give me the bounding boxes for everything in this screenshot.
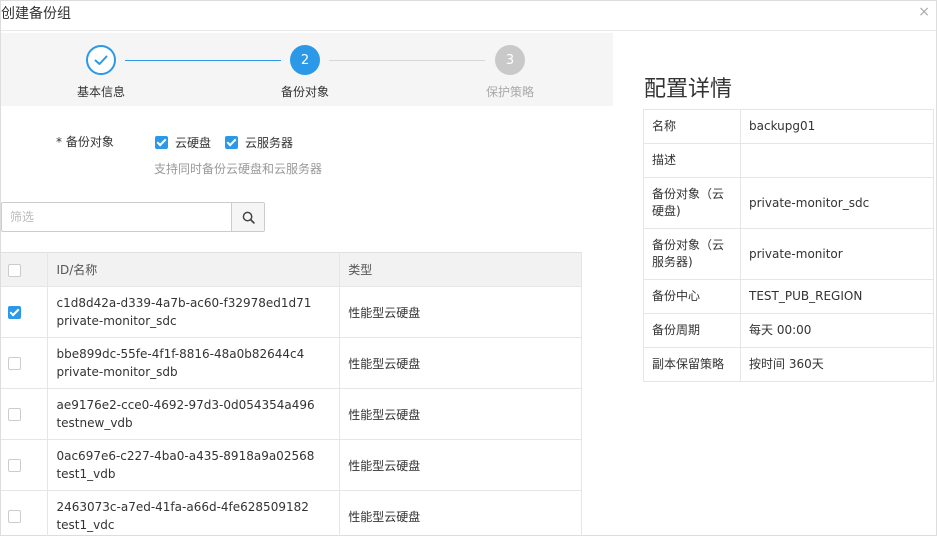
- row-name: private-monitor_sdc: [56, 314, 177, 328]
- detail-row: 名称 backupg01: [643, 109, 934, 144]
- option-hint: 支持同时备份云硬盘和云服务器: [154, 162, 323, 176]
- step-connector-1: [125, 60, 281, 61]
- row-checkbox[interactable]: [8, 459, 21, 472]
- row-id: bbe899dc-55fe-4f1f-8816-48a0b82644c4: [56, 347, 305, 361]
- row-checkbox[interactable]: [8, 357, 21, 370]
- table-row[interactable]: 2463073c-a7ed-41fa-a66d-4fe628509182 test…: [1, 490, 582, 536]
- dialog-title: 创建备份组: [1, 6, 71, 22]
- detail-value: private-monitor_sdc: [740, 177, 934, 229]
- detail-row: 备份对象（云服务器) private-monitor: [643, 228, 934, 280]
- row-name: testnew_vdb: [56, 416, 133, 430]
- row-id: ae9176e2-cce0-4692-97d3-0d054354a496: [56, 398, 315, 412]
- detail-row: 备份周期 每天 00:00: [643, 313, 934, 348]
- row-checkbox[interactable]: [8, 408, 21, 421]
- step-number: 3: [495, 45, 525, 75]
- row-type: 性能型云硬盘: [339, 439, 582, 491]
- detail-key: 备份对象（云硬盘): [643, 177, 741, 229]
- select-all-checkbox[interactable]: [8, 263, 21, 277]
- create-backup-group-dialog: 创建备份组 × 基本信息 2 备份对象 3 保护策略 * 备份对象 云硬盘 云服…: [0, 0, 937, 536]
- row-type: 性能型云硬盘: [339, 388, 582, 440]
- cloud-server-checkbox[interactable]: [225, 136, 238, 149]
- filter-input[interactable]: [2, 203, 231, 231]
- option-cloud-disk[interactable]: 云硬盘: [155, 134, 211, 151]
- table-header-row: ID/名称 类型: [1, 252, 582, 287]
- filter-box: [1, 202, 265, 232]
- option-label: 云硬盘: [175, 136, 212, 150]
- detail-key: 描述: [643, 143, 741, 178]
- detail-title: 配置详情: [644, 77, 733, 102]
- option-label: 云服务器: [245, 136, 294, 150]
- row-checkbox[interactable]: [8, 510, 21, 523]
- row-type: 性能型云硬盘: [339, 286, 582, 338]
- detail-value: backupg01: [740, 109, 934, 144]
- table-row[interactable]: bbe899dc-55fe-4f1f-8816-48a0b82644c4 priv…: [1, 337, 582, 389]
- detail-key: 名称: [643, 109, 741, 144]
- title-divider: [1, 30, 936, 31]
- close-icon[interactable]: ×: [918, 5, 930, 19]
- detail-key: 备份对象（云服务器): [643, 228, 741, 280]
- step-indicator: 基本信息 2 备份对象 3 保护策略: [1, 33, 613, 106]
- step-label: 备份对象: [280, 85, 329, 99]
- detail-row: 备份对象（云硬盘) private-monitor_sdc: [643, 177, 934, 229]
- row-type: 性能型云硬盘: [339, 490, 582, 536]
- row-name: test1_vdc: [56, 518, 115, 532]
- row-type: 性能型云硬盘: [339, 337, 582, 389]
- step-number: 2: [290, 45, 320, 75]
- row-name: private-monitor_sdb: [56, 365, 178, 379]
- column-header-id-name[interactable]: ID/名称: [47, 252, 341, 287]
- table-row[interactable]: 0ac697e6-c227-4ba0-a435-8918a9a02568 test…: [1, 439, 582, 491]
- step-label: 基本信息: [76, 85, 125, 99]
- search-icon: [242, 211, 255, 224]
- column-header-type[interactable]: 类型: [339, 252, 582, 287]
- step-basic-info: 基本信息: [61, 45, 141, 100]
- detail-value: 按时间 360天: [740, 347, 934, 382]
- step-connector-2: [329, 60, 485, 61]
- check-icon: [86, 45, 116, 75]
- detail-key: 副本保留策略: [643, 347, 741, 382]
- cloud-disk-checkbox[interactable]: [155, 136, 168, 149]
- select-all-cell: [1, 252, 49, 287]
- table-row[interactable]: ae9176e2-cce0-4692-97d3-0d054354a496 test…: [1, 388, 582, 440]
- step-backup-target: 2 备份对象: [265, 45, 345, 100]
- table-row[interactable]: c1d8d42a-d339-4a7b-ac60-f32978ed1d71 priv…: [1, 286, 582, 338]
- step-label: 保护策略: [485, 85, 534, 99]
- detail-value: [740, 143, 934, 178]
- row-id: 0ac697e6-c227-4ba0-a435-8918a9a02568: [56, 449, 315, 463]
- row-id: 2463073c-a7ed-41fa-a66d-4fe628509182: [56, 500, 309, 514]
- row-name: test1_vdb: [56, 467, 116, 481]
- backup-target-label: * 备份对象: [56, 135, 114, 149]
- detail-key: 备份中心: [643, 279, 741, 314]
- detail-value: TEST_PUB_REGION: [740, 279, 934, 314]
- volume-table: ID/名称 类型 c1d8d42a-d339-4a7b-ac60-f32978e…: [1, 252, 582, 536]
- option-cloud-server[interactable]: 云服务器: [225, 134, 293, 151]
- detail-key: 备份周期: [643, 313, 741, 348]
- search-button[interactable]: [231, 203, 264, 231]
- detail-value: private-monitor: [740, 228, 934, 280]
- detail-row: 备份中心 TEST_PUB_REGION: [643, 279, 934, 314]
- detail-row: 描述: [643, 143, 934, 178]
- step-protection-policy: 3 保护策略: [470, 45, 550, 100]
- detail-value: 每天 00:00: [740, 313, 934, 348]
- row-checkbox[interactable]: [8, 306, 21, 319]
- detail-table: 名称 backupg01 描述 备份对象（云硬盘) private-monito…: [643, 109, 934, 382]
- row-id: c1d8d42a-d339-4a7b-ac60-f32978ed1d71: [56, 296, 312, 310]
- detail-row: 副本保留策略 按时间 360天: [643, 347, 934, 382]
